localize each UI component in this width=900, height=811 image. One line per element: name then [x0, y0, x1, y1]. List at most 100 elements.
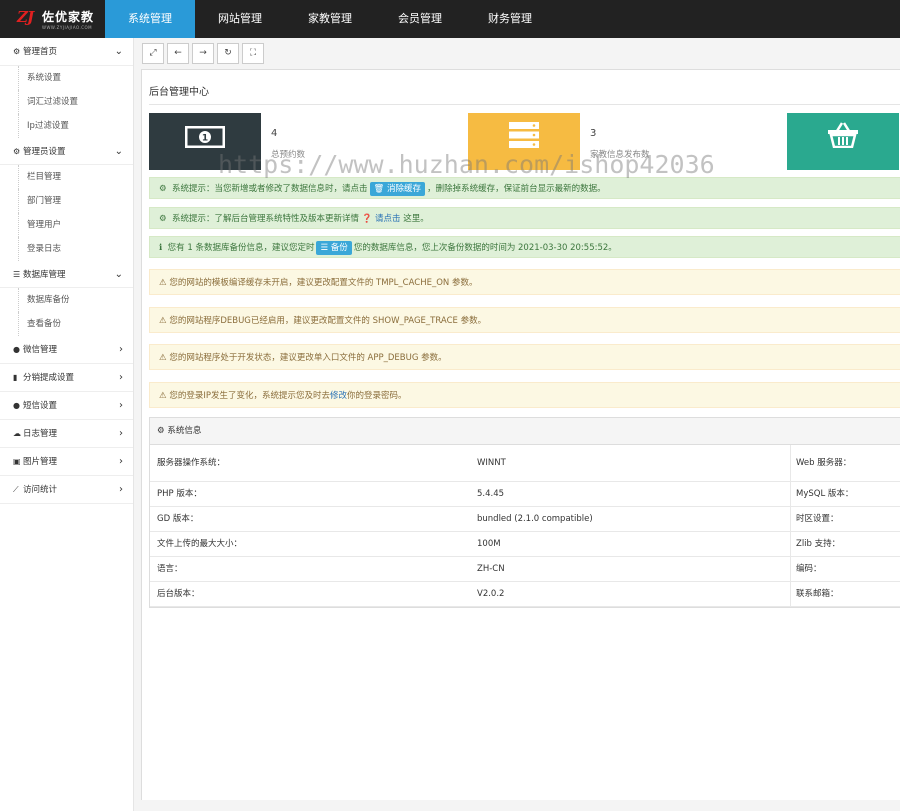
info-label: Zlib 支持： — [796, 539, 841, 549]
nav-website[interactable]: 网站管理 — [195, 0, 285, 38]
panel-title: 系统信息 — [167, 426, 202, 436]
back-arrow-icon[interactable]: ← — [167, 43, 189, 64]
table-row: 后台版本： V2.0.2 联系邮箱： — [150, 582, 900, 607]
sidebar-group-label: 管理员设置 — [23, 147, 66, 157]
logo-text: 佐优家教 — [42, 10, 95, 24]
alert-version: ⚙ 系统提示：了解后台管理系统特性及版本更新详情 ❓ 请点击 这里。 — [149, 207, 900, 229]
info-value: V2.0.2 — [477, 589, 505, 599]
sidebar-group-label: 图片管理 — [23, 457, 58, 467]
sidebar-group-label: 短信设置 — [23, 401, 58, 411]
alert-text: 您有 1 条数据库备份信息，建议您定时 — [167, 243, 315, 253]
image-icon: ▣ — [13, 457, 21, 466]
info-label: 语言： — [157, 564, 183, 574]
refresh-icon[interactable]: ↻ — [217, 43, 239, 64]
info-label: 服务器操作系统： — [157, 458, 226, 468]
info-value: 100M — [477, 539, 501, 549]
sidebar-item-word-filter[interactable]: 词汇过滤设置 — [0, 90, 133, 114]
page-title: 后台管理中心 — [149, 87, 209, 98]
sidebar-item-view-backup[interactable]: 查看备份 — [0, 312, 133, 336]
info-value: WINNT — [477, 458, 506, 468]
backup-button[interactable]: ☰ 备份 — [316, 241, 352, 255]
logo[interactable]: ZJ 佐优家教 WWW.ZYJIAJIAO.COM — [0, 0, 105, 38]
divider — [790, 445, 791, 481]
database-icon: ☰ — [13, 270, 21, 279]
alert-text: 您的网站程序处于开发状态，建议更改单入口文件的 APP_DEBUG 参数。 — [169, 353, 447, 363]
divider — [790, 532, 791, 556]
chevron-down-icon: ⌄ — [114, 269, 123, 280]
alert-text: 系统提示：了解后台管理系统特性及版本更新详情 — [172, 214, 360, 224]
divider — [790, 482, 791, 506]
sidebar-item-ip-filter[interactable]: Ip过滤设置 — [0, 114, 133, 138]
info-label: 后台版本： — [157, 589, 200, 599]
wechat-icon: ● — [13, 345, 20, 354]
chevron-down-icon: ⌄ — [114, 46, 123, 57]
info-label: 联系邮箱： — [796, 589, 839, 599]
info-label: 编码： — [796, 564, 822, 574]
sidebar-item-db-backup[interactable]: 数据库备份 — [0, 288, 133, 312]
alert-text: 您的登录IP发生了变化，系统提示您及时去 — [169, 391, 330, 401]
table-row: PHP 版本： 5.4.45 MySQL 版本： — [150, 482, 900, 507]
expand-icon[interactable]: ⤢ — [142, 43, 164, 64]
table-row: GD 版本： bundled (2.1.0 compatible) 时区设置： — [150, 507, 900, 532]
sidebar-group-label: 日志管理 — [23, 429, 58, 439]
info-label: Web 服务器： — [796, 458, 852, 468]
alert-text: 您的数据库信息，您上次备份数据的时间为 2021-03-30 20:55:52。 — [353, 243, 617, 253]
gear-icon: ⚙ — [159, 214, 167, 224]
sidebar-item-login-log[interactable]: 登录日志 — [0, 237, 133, 261]
sidebar-group-commission[interactable]: ▮ 分销提成设置 › — [0, 364, 133, 392]
basket-icon — [787, 113, 899, 170]
warning-icon: ⚠ — [159, 353, 167, 363]
table-row: 服务器操作系统： WINNT Web 服务器： — [150, 445, 900, 482]
stat-orders — [787, 113, 900, 170]
sidebar-item-departments[interactable]: 部门管理 — [0, 189, 133, 213]
forward-arrow-icon[interactable]: → — [192, 43, 214, 64]
stat-value: 4 — [271, 128, 278, 139]
info-label: PHP 版本： — [157, 489, 202, 499]
nav-finance[interactable]: 财务管理 — [465, 0, 555, 38]
sidebar-group-logs[interactable]: ☁ 日志管理 › — [0, 420, 133, 448]
comment-icon: ● — [13, 401, 20, 410]
table-row: 语言： ZH-CN 编码： — [150, 557, 900, 582]
chevron-right-icon: › — [119, 372, 123, 383]
sidebar-item-system-settings[interactable]: 系统设置 — [0, 66, 133, 90]
alert-text: 你的登录密码。 — [346, 391, 407, 401]
info-label: MySQL 版本： — [796, 489, 854, 499]
warning-icon: ⚠ — [159, 391, 167, 401]
nav-system[interactable]: 系统管理 — [105, 0, 195, 38]
sidebar-item-users[interactable]: 管理用户 — [0, 213, 133, 237]
sidebar-group-database[interactable]: ☰ 数据库管理 ⌄ — [0, 261, 133, 288]
info-value: 5.4.45 — [477, 489, 505, 499]
chevron-right-icon: › — [119, 484, 123, 495]
sidebar-group-images[interactable]: ▣ 图片管理 › — [0, 448, 133, 476]
alert-text: ，删除掉系统缓存，保证前台显示最新的数据。 — [427, 184, 606, 194]
sidebar-group-label: 分销提成设置 — [23, 373, 75, 383]
chevron-down-icon: ⌄ — [114, 146, 123, 157]
sidebar-group-label: 访问统计 — [23, 485, 58, 495]
chevron-right-icon: › — [119, 428, 123, 439]
chevron-right-icon: › — [119, 400, 123, 411]
button-label: 消除缓存 — [387, 184, 422, 194]
logo-url: WWW.ZYJIAJIAO.COM — [42, 25, 93, 30]
version-link[interactable]: ❓ 请点击 — [362, 214, 401, 224]
fullscreen-icon[interactable]: ⛶ — [242, 43, 264, 64]
sidebar-group-home[interactable]: ⚙ 管理首页 ⌄ — [0, 38, 133, 66]
sidebar-group-sms[interactable]: ● 短信设置 › — [0, 392, 133, 420]
sidebar-group-stats[interactable]: ⟋ 访问统计 › — [0, 476, 133, 504]
divider — [790, 582, 791, 606]
warning-icon: ⚠ — [159, 316, 167, 326]
panel-header: ⚙ 系统信息 — [150, 418, 900, 445]
svg-text:1: 1 — [202, 134, 208, 144]
watermark: https://www.huzhan.com/ishop42036 — [218, 150, 715, 179]
sidebar-group-wechat[interactable]: ● 微信管理 › — [0, 336, 133, 364]
sidebar-item-columns[interactable]: 栏目管理 — [0, 165, 133, 189]
info-value: bundled (2.1.0 compatible) — [477, 514, 593, 524]
warning-icon: ⚠ — [159, 278, 167, 288]
database-icon: ☰ — [320, 243, 329, 253]
logo-mark: ZJ — [17, 8, 34, 26]
clear-cache-button[interactable]: 🗑 消除缓存 — [369, 182, 426, 196]
warning-app-debug: ⚠ 您的网站程序处于开发状态，建议更改单入口文件的 APP_DEBUG 参数。 — [149, 344, 900, 370]
nav-member[interactable]: 会员管理 — [375, 0, 465, 38]
change-password-link[interactable]: 修改 — [330, 391, 347, 401]
sidebar-group-admin[interactable]: ⚙ 管理员设置 ⌄ — [0, 138, 133, 165]
nav-tutor[interactable]: 家教管理 — [285, 0, 375, 38]
